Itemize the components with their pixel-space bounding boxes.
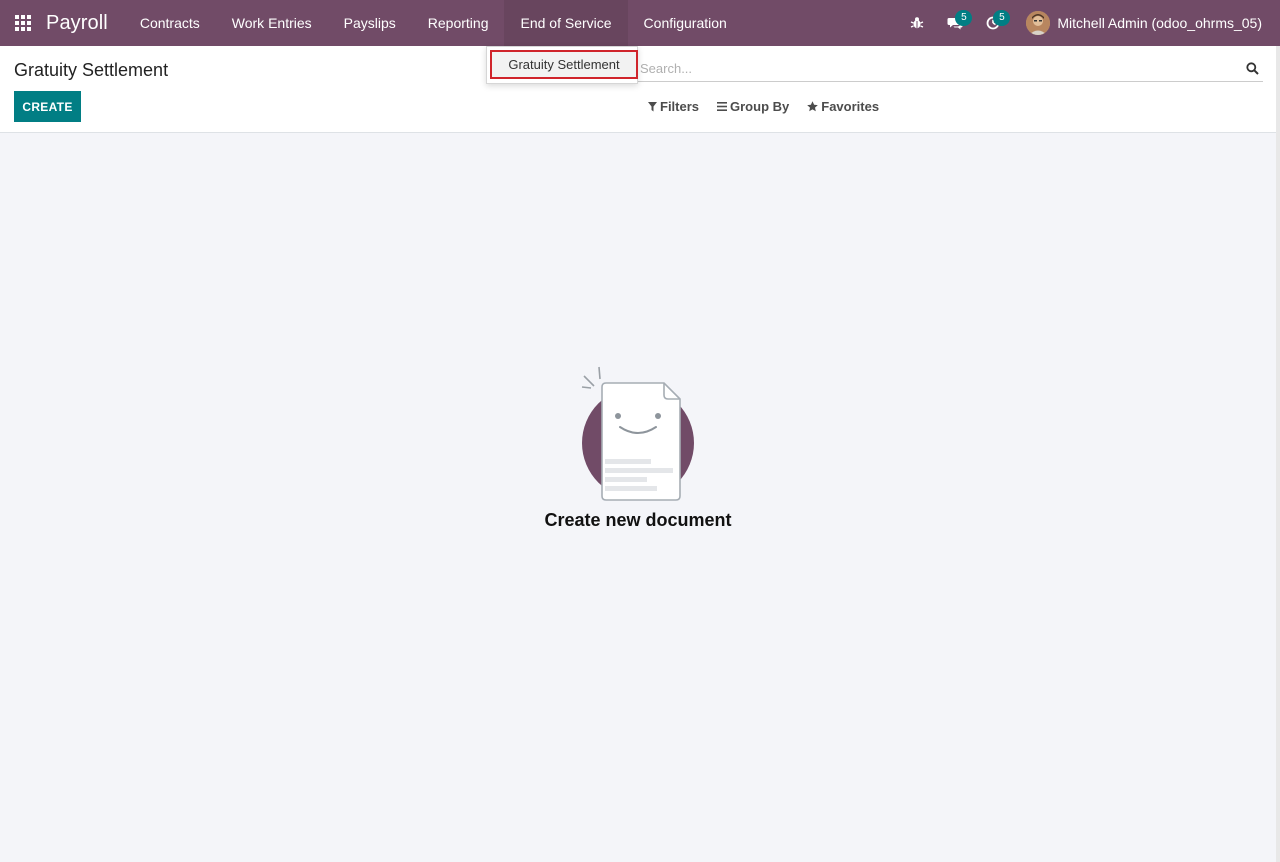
filters-button[interactable]: Filters (648, 99, 699, 114)
end-of-service-dropdown: Gratuity Settlement (486, 46, 638, 84)
messages-badge: 5 (955, 10, 973, 26)
menu-end-of-service[interactable]: End of Service (504, 0, 628, 46)
empty-document-smiley-icon (578, 366, 700, 506)
app-brand[interactable]: Payroll (46, 12, 108, 35)
favorites-label: Favorites (821, 99, 880, 114)
menu-reporting[interactable]: Reporting (412, 0, 505, 46)
page-title: Gratuity Settlement (14, 60, 169, 80)
avatar (1026, 11, 1051, 35)
search-input[interactable] (638, 61, 1243, 76)
search-options: Filters Group By Favorites (648, 99, 897, 114)
search-bar (638, 56, 1263, 82)
activities-clock-icon[interactable]: 5 (974, 0, 1012, 46)
empty-state: Create new document (0, 133, 1280, 862)
create-button[interactable]: CREATE (14, 91, 81, 122)
dropdown-item-gratuity-settlement[interactable]: Gratuity Settlement (490, 50, 638, 79)
filter-funnel-icon (648, 101, 657, 112)
activities-badge: 5 (993, 10, 1011, 26)
menu-payslips[interactable]: Payslips (328, 0, 412, 46)
user-name: Mitchell Admin (odoo_ohrms_05) (1057, 15, 1262, 31)
apps-menu-icon[interactable] (0, 0, 46, 46)
menu-configuration[interactable]: Configuration (628, 0, 743, 46)
messages-chat-icon[interactable]: 5 (936, 0, 974, 46)
user-menu[interactable]: Mitchell Admin (odoo_ohrms_05) (1012, 11, 1280, 35)
group-by-button[interactable]: Group By (717, 99, 789, 114)
main-menu: Contracts Work Entries Payslips Reportin… (124, 0, 743, 46)
favorites-star-icon (807, 101, 819, 112)
top-navbar: Payroll Contracts Work Entries Payslips … (0, 0, 1280, 46)
control-panel: Gratuity Settlement CREATE Filters Group… (0, 46, 1280, 133)
vertical-scrollbar[interactable] (1276, 46, 1280, 862)
filters-label: Filters (660, 99, 700, 114)
systray: 5 5 Mitchell Admin (odoo_ohrms_05) (898, 0, 1280, 46)
empty-state-title: Create new document (544, 510, 732, 530)
menu-work-entries[interactable]: Work Entries (216, 0, 328, 46)
favorites-button[interactable]: Favorites (807, 99, 879, 114)
debug-bug-icon[interactable] (898, 0, 936, 46)
menu-contracts[interactable]: Contracts (124, 0, 216, 46)
group-by-bars-icon (717, 102, 728, 111)
search-icon[interactable] (1243, 60, 1261, 78)
group-by-label: Group By (730, 99, 790, 114)
